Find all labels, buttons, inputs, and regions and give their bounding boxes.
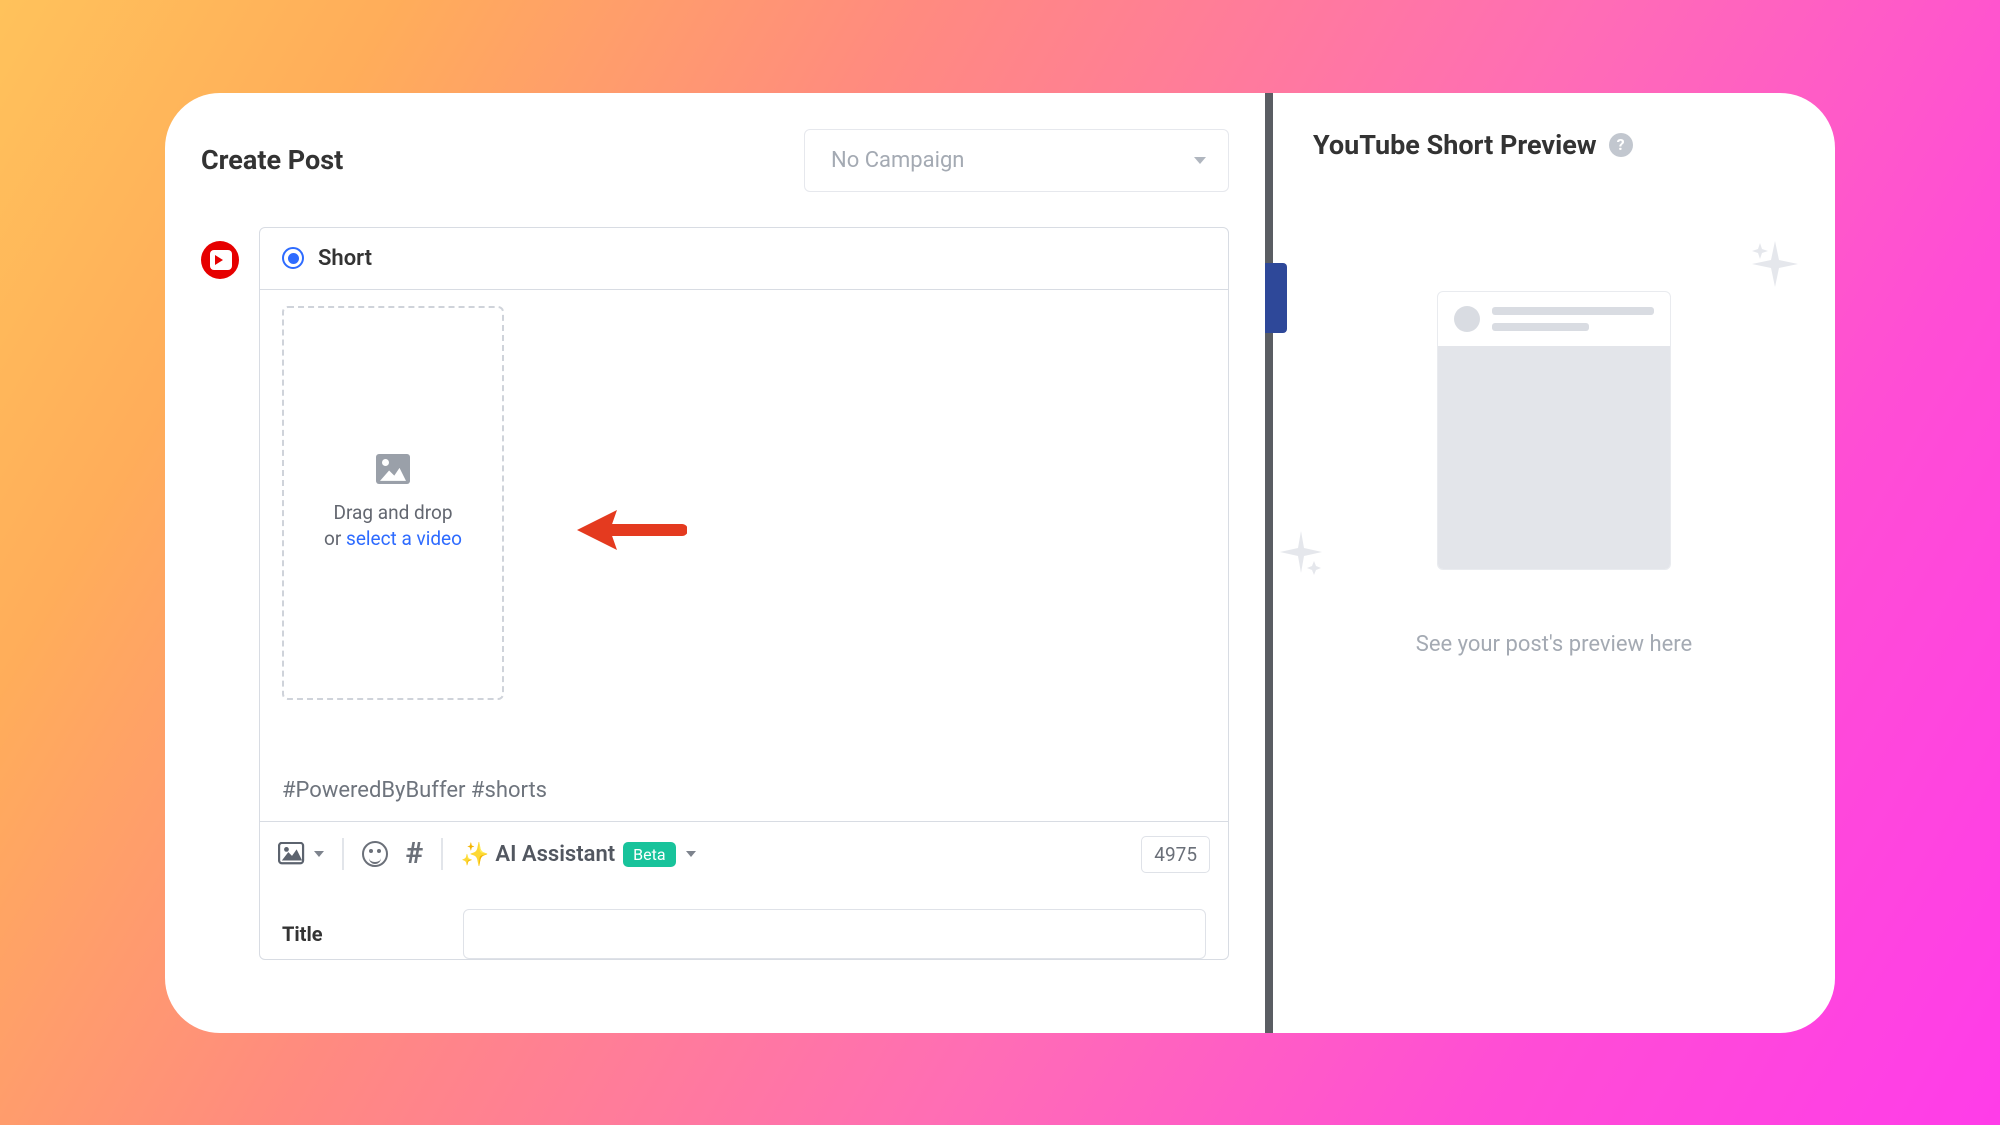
emoji-button[interactable] <box>362 841 388 867</box>
chevron-down-icon <box>1194 157 1206 164</box>
wand-icon: ✨ <box>461 843 490 866</box>
app-window: Create Post No Campaign Short <box>165 93 1835 1033</box>
preview-title: YouTube Short Preview <box>1313 129 1597 161</box>
image-icon <box>278 842 306 866</box>
help-icon[interactable]: ? <box>1609 133 1633 157</box>
panel-divider[interactable] <box>1265 93 1273 1033</box>
post-type-label: Short <box>318 246 372 271</box>
select-video-link[interactable]: select a video <box>346 527 462 550</box>
sparkle-icon <box>1278 529 1324 575</box>
upload-line1: Drag and drop <box>334 501 453 524</box>
hashtag-icon: # <box>406 839 424 869</box>
emoji-icon <box>362 841 388 867</box>
video-upload-dropzone[interactable]: Drag and drop or select a video <box>282 306 504 700</box>
separator <box>441 838 443 870</box>
ai-assistant-label: AI Assistant <box>495 842 615 867</box>
separator <box>342 838 344 870</box>
preview-panel: YouTube Short Preview ? See y <box>1273 93 1835 1033</box>
composer-row: Short Drag and drop or select a video #P… <box>201 227 1229 960</box>
create-post-panel: Create Post No Campaign Short <box>165 93 1265 1033</box>
sparkle-icon <box>1750 239 1800 289</box>
divider-handle[interactable] <box>1265 263 1287 333</box>
image-icon <box>376 454 410 484</box>
campaign-placeholder: No Campaign <box>831 148 964 173</box>
preview-card-placeholder <box>1437 291 1671 570</box>
play-icon <box>215 253 226 267</box>
ai-assistant-button[interactable]: ✨ AI Assistant Beta <box>461 842 696 867</box>
beta-badge: Beta <box>623 842 675 867</box>
avatar-skeleton <box>1454 306 1480 332</box>
editor-toolbar: # ✨ AI Assistant Beta 4975 <box>260 821 1228 887</box>
title-row: Title <box>260 887 1228 959</box>
media-button[interactable] <box>278 842 324 866</box>
preview-area: See your post's preview here <box>1313 291 1795 657</box>
chevron-down-icon <box>314 851 324 857</box>
editor-body: Drag and drop or select a video #Powered… <box>260 290 1228 821</box>
hashtag-text[interactable]: #PoweredByBuffer #shorts <box>282 778 1206 803</box>
line-skeleton <box>1492 323 1589 331</box>
hashtag-button[interactable]: # <box>406 839 424 869</box>
preview-hint: See your post's preview here <box>1416 632 1692 657</box>
post-type-row: Short <box>260 228 1228 290</box>
title-input[interactable] <box>463 909 1206 959</box>
preview-header: YouTube Short Preview ? <box>1313 129 1795 161</box>
short-radio[interactable] <box>282 247 304 269</box>
chevron-down-icon <box>686 851 696 857</box>
line-skeleton <box>1492 307 1654 315</box>
header: Create Post No Campaign <box>201 129 1229 192</box>
character-count: 4975 <box>1141 836 1210 873</box>
title-label: Title <box>282 922 323 946</box>
media-skeleton <box>1438 346 1670 569</box>
campaign-select[interactable]: No Campaign <box>804 129 1229 192</box>
upload-text: Drag and drop or select a video <box>324 500 462 551</box>
page-title: Create Post <box>201 144 343 176</box>
upload-or: or <box>324 527 346 550</box>
youtube-icon[interactable] <box>201 241 239 279</box>
composer: Short Drag and drop or select a video #P… <box>259 227 1229 960</box>
